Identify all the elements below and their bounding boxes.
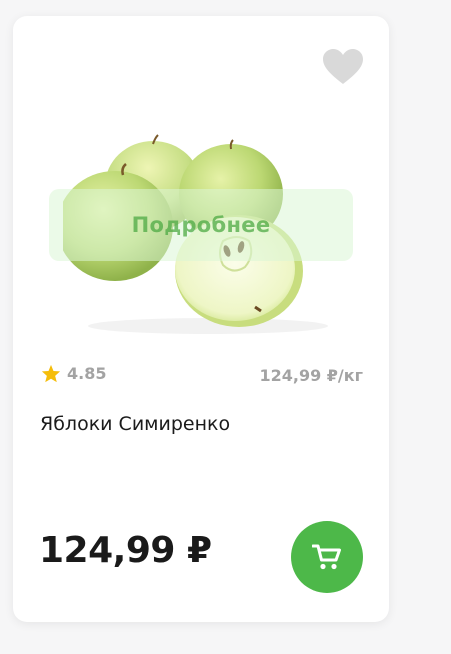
details-button[interactable]: Подробнее <box>49 189 353 261</box>
product-price: 124,99 ₽ <box>39 530 212 571</box>
favorite-button[interactable] <box>322 48 364 86</box>
rating: 4.85 <box>41 364 106 383</box>
product-card[interactable]: Подробнее 4.85 124,99 ₽/кг Яблоки Симире… <box>13 16 389 622</box>
star-icon <box>41 364 61 383</box>
product-meta: 4.85 124,99 ₽/кг <box>41 364 363 388</box>
rating-value: 4.85 <box>67 364 107 383</box>
page: Подробнее 4.85 124,99 ₽/кг Яблоки Симире… <box>0 0 451 654</box>
unit-price: 124,99 ₽/кг <box>259 366 363 385</box>
add-to-cart-button[interactable] <box>291 521 363 593</box>
cart-icon <box>312 544 341 570</box>
heart-icon[interactable] <box>322 48 364 86</box>
product-title[interactable]: Яблоки Симиренко <box>40 413 230 435</box>
